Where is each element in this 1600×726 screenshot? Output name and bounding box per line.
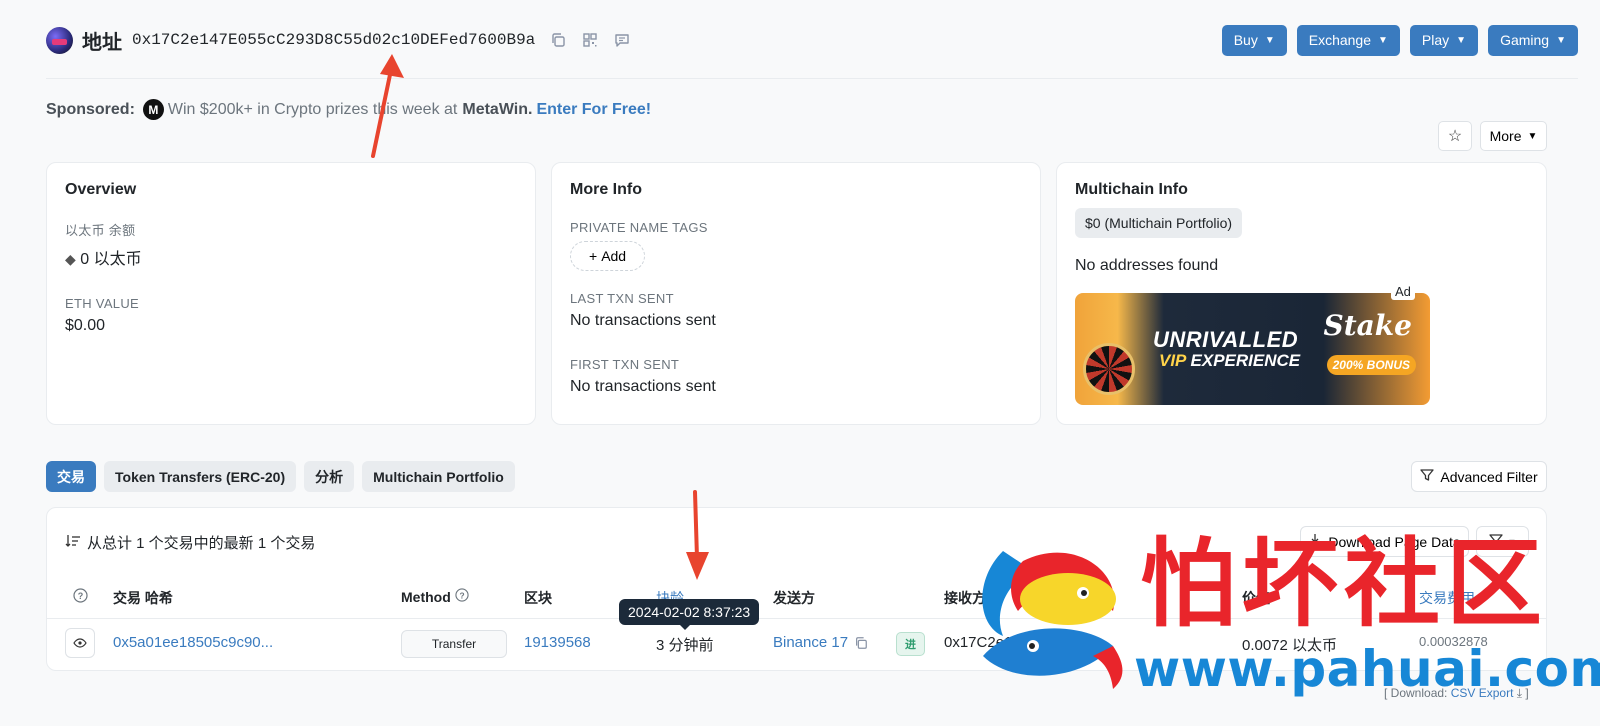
address-header: 地址 0x17C2e147E055cC293D8C55d02c10DEFed76… [46,22,1578,58]
eth-value-label: ETH VALUE [65,296,139,311]
advanced-filter-button[interactable]: Advanced Filter [1411,461,1547,492]
multichain-card: Multichain Info $0 (Multichain Portfolio… [1056,162,1547,425]
last-txn-value: No transactions sent [570,312,716,329]
eth-value: $0.00 [65,317,106,334]
from-link[interactable]: Binance 17 [773,634,848,651]
col-method-label: Method [401,588,451,605]
chevron-down-icon: ▼ [1527,130,1538,142]
menu-label: Play [1421,32,1450,48]
copy-icon[interactable] [854,636,868,650]
ad-subline: VIP EXPERIENCE [1159,351,1300,371]
chevron-down-icon: ▼ [1378,34,1388,46]
eth-icon: ◆ [65,251,76,267]
sponsored-cta-link[interactable]: Enter For Free! [536,101,651,119]
tab-token-transfers[interactable]: Token Transfers (ERC-20) [104,461,297,492]
more-button[interactable]: More ▼ [1480,121,1547,151]
advanced-filter-label: Advanced Filter [1440,468,1538,485]
add-label: Add [601,248,627,264]
tab-analytics[interactable]: 分析 [304,461,355,492]
ad-banner[interactable]: UNRIVALLED VIP EXPERIENCE Stake 200% BON… [1075,293,1430,405]
chevron-down-icon: ▼ [1556,34,1566,46]
tx-age: 3 分钟前 [656,637,714,654]
preview-button[interactable] [65,628,95,658]
svg-text:?: ? [78,591,84,601]
play-menu-button[interactable]: Play ▼ [1409,24,1479,56]
add-tag-button[interactable]: + Add [570,241,646,271]
sponsored-banner: Sponsored: M Win $200k+ in Crypto prizes… [46,99,651,120]
multichain-title: Multichain Info [1075,181,1188,198]
multichain-portfolio-badge[interactable]: $0 (Multichain Portfolio) [1075,208,1243,238]
comment-icon[interactable] [613,31,631,49]
more-info-card: More Info PRIVATE NAME TAGS + Add LAST TX… [551,162,1041,425]
method-badge: Transfer [401,630,507,658]
plus-icon: + [589,248,598,264]
block-link[interactable]: 19139568 [524,634,591,651]
annotation-arrow-address [371,54,404,158]
more-label: More [1489,128,1522,144]
col-block: 区块 [524,590,552,606]
help-icon[interactable]: ? [455,588,469,605]
ad-tag: Ad [1391,283,1415,300]
gaming-menu-button[interactable]: Gaming ▼ [1488,24,1578,56]
help-icon[interactable]: ? [73,588,88,603]
col-from: 发送方 [773,590,815,606]
qr-code-icon[interactable] [581,31,599,49]
tab-bar: 交易 Token Transfers (ERC-20) 分析 Multichai… [46,461,515,492]
sponsored-text: Win $200k+ in Crypto prizes this week at [167,100,458,118]
ad-brand: Stake [1323,309,1412,342]
roulette-chip-icon [1083,343,1135,395]
menu-label: Exchange [1308,32,1372,48]
sponsored-label: Sponsored: [46,100,135,118]
watermark-logo-icon [982,551,1123,689]
col-hash: 交易 哈希 [113,590,173,606]
buy-menu-button[interactable]: Buy ▼ [1221,24,1287,56]
no-addresses-text: No addresses found [1075,257,1219,274]
col-method: Method ? [401,588,469,605]
last-txn-label: LAST TXN SENT [570,291,674,306]
page-title: 地址 [82,31,122,54]
ad-bonus: 200% BONUS [1326,355,1416,375]
chevron-down-icon: ▼ [1264,34,1275,46]
filter-icon [1420,468,1435,485]
private-tags-label: PRIVATE NAME TAGS [570,220,708,235]
overview-title: Overview [65,181,137,198]
age-tooltip: 2024-02-02 8:37:23 [619,599,760,630]
eye-icon [73,636,87,651]
chevron-down-icon: ▼ [1456,34,1467,46]
more-info-title: More Info [570,181,642,198]
balance-label: 以太币 余额 [65,223,136,238]
exchange-menu-button[interactable]: Exchange ▼ [1296,24,1400,56]
svg-text:?: ? [459,590,464,600]
overview-card: Overview 以太币 余额 ◆ 0 以太币 ETH VALUE $0.00 [46,162,536,425]
ad-vip: VIP [1159,351,1186,370]
tab-transactions[interactable]: 交易 [46,461,96,492]
avatar [46,26,73,54]
favorite-button[interactable]: ☆ [1438,121,1472,151]
balance-amount: 0 以太币 [80,251,142,268]
tab-multichain-portfolio[interactable]: Multichain Portfolio [362,461,515,492]
watermark-text: 怕坏社区 [1140,528,1548,640]
copy-icon[interactable] [549,31,567,49]
star-icon: ☆ [1447,128,1463,145]
sponsored-brand: MetaWin. [462,100,533,118]
watermark-url: www.pahuai.com [1134,640,1600,698]
ad-headline: UNRIVALLED [1153,327,1299,352]
balance-value: ◆ 0 以太币 [65,245,517,269]
annotation-arrow-age [686,490,709,580]
summary-text: 从总计 1 个交易中的最新 1 个交易 [87,535,316,552]
direction-in-badge: 进 [896,632,925,656]
transactions-summary: 从总计 1 个交易中的最新 1 个交易 [65,532,315,553]
first-txn-value: No transactions sent [570,378,716,395]
first-txn-label: FIRST TXN SENT [570,357,680,372]
sort-icon [65,534,81,552]
header-divider [46,78,1578,79]
menu-label: Buy [1233,32,1258,48]
menu-label: Gaming [1500,32,1550,48]
tx-hash-link[interactable]: 0x5a01ee18505c9c90... [113,634,273,651]
address-value: 0x17C2e147E055cC293D8C55d02c10DEFed7600B… [132,31,536,49]
from-cell: Binance 17 [773,634,868,651]
ad-experience: EXPERIENCE [1190,351,1301,370]
metawin-logo-icon: M [142,99,164,120]
